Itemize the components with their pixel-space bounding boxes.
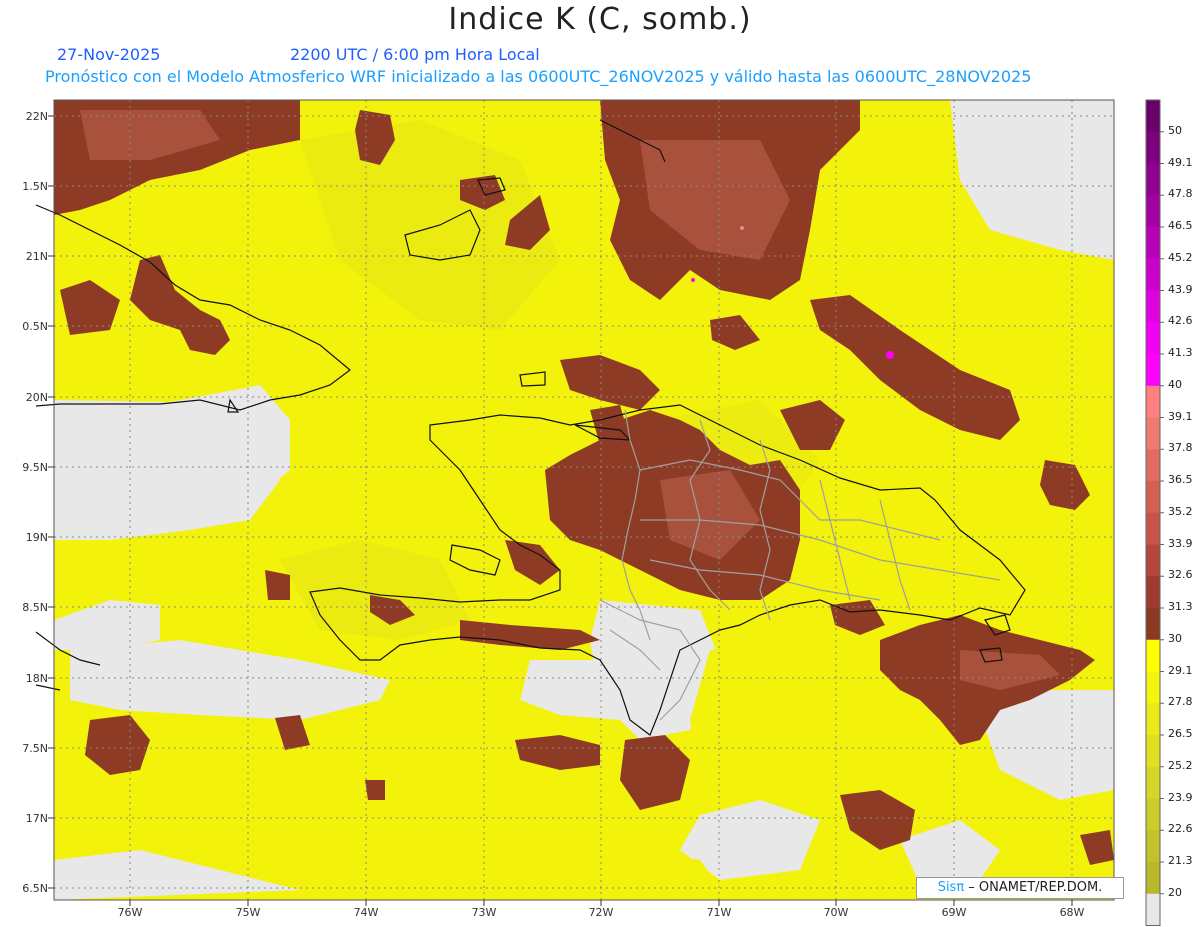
latitude-label: 20N <box>25 391 48 404</box>
colorbar-label: 32.6 <box>1168 568 1193 582</box>
latitude-label: 7.5N <box>22 742 48 755</box>
colorbar-label: 50 <box>1168 123 1182 137</box>
colorbar-label: 40 <box>1168 377 1182 391</box>
colorbar-label: 22.6 <box>1168 822 1193 836</box>
colorbar-swatch <box>1146 671 1160 704</box>
colorbar-swatch <box>1146 417 1160 450</box>
latitude-label: 6.5N <box>22 882 48 895</box>
colorbar-label: 37.8 <box>1168 441 1193 455</box>
colorbar-label: 30 <box>1168 631 1182 645</box>
colorbar-label: 43.9 <box>1168 282 1193 296</box>
chart-title: Indice K (C, somb.) <box>448 2 752 37</box>
colorbar-label: 46.5 <box>1168 219 1193 232</box>
latitude-label: 8.5N <box>22 601 48 614</box>
latitude-label: 22N <box>25 110 48 123</box>
latitude-label: 1.5N <box>22 180 48 193</box>
colorbar-label: 33.9 <box>1168 536 1193 550</box>
longitude-label: 74W <box>353 906 379 919</box>
colorbar-label: 20 <box>1168 885 1182 899</box>
colorbar-label: 39.1 <box>1168 409 1193 423</box>
longitude-label: 73W <box>471 906 497 919</box>
colorbar-swatch <box>1146 290 1160 323</box>
colorbar-label: 21.3 <box>1168 854 1193 867</box>
peak-marker-1 <box>886 351 894 359</box>
k-index-map <box>35 99 1164 926</box>
colorbar-swatch <box>1146 862 1160 895</box>
colorbar-swatch <box>1146 163 1160 196</box>
latitude-label: 18N <box>25 672 48 685</box>
colorbar-label: 47.8 <box>1168 187 1193 201</box>
longitude-label: 75W <box>235 906 261 919</box>
colorbar-label: 36.5 <box>1168 473 1193 486</box>
colorbar-swatch <box>1146 893 1160 926</box>
latitude-label: 9.5N <box>22 461 48 474</box>
latitude-label: 17N <box>25 812 48 825</box>
latitude-label: 21N <box>25 250 48 263</box>
forecast-valid-time: 2200 UTC / 6:00 pm Hora Local <box>290 45 540 64</box>
longitude-label: 69W <box>941 906 967 919</box>
colorbar-swatch <box>1146 131 1160 164</box>
credit-org: – ONAMET/REP.DOM. <box>964 880 1103 895</box>
colorbar-swatch <box>1146 100 1160 133</box>
colorbar-label: 42.6 <box>1168 314 1193 328</box>
colorbar-label: 49.1 <box>1168 155 1193 169</box>
longitude-label: 70W <box>823 906 849 919</box>
colorbar-swatch <box>1146 449 1160 482</box>
longitude-label: 71W <box>706 906 732 919</box>
longitude-label: 72W <box>588 906 614 919</box>
colorbar-swatch <box>1146 830 1160 863</box>
colorbar-label: 25.2 <box>1168 758 1193 772</box>
colorbar-swatch <box>1146 227 1160 260</box>
colorbar-swatch <box>1146 544 1160 577</box>
forecast-date: 27-Nov-2025 <box>57 45 161 64</box>
latitude-label: 19N <box>25 531 48 544</box>
colorbar-label: 29.1 <box>1168 663 1193 677</box>
colorbar <box>1145 99 1164 926</box>
credit-sis: Sisπ <box>937 880 965 895</box>
colorbar-label: 31.3 <box>1168 600 1193 613</box>
peak-marker-2 <box>691 278 695 282</box>
credit-box: Sisπ – ONAMET/REP.DOM. <box>916 877 1124 899</box>
colorbar-swatch <box>1146 766 1160 799</box>
colorbar-label: 45.2 <box>1168 250 1193 264</box>
colorbar-swatch <box>1146 703 1160 736</box>
colorbar-swatch <box>1146 639 1160 672</box>
longitude-label: 76W <box>117 906 143 919</box>
colorbar-swatch <box>1146 354 1160 387</box>
colorbar-swatch <box>1146 195 1160 228</box>
colorbar-swatch <box>1146 385 1160 418</box>
colorbar-label: 23.9 <box>1168 790 1193 804</box>
colorbar-swatch <box>1146 576 1160 609</box>
latitude-label: 0.5N <box>22 320 48 333</box>
colorbar-swatch <box>1146 735 1160 768</box>
longitude-label: 68W <box>1059 906 1085 919</box>
colorbar-swatch <box>1146 481 1160 514</box>
colorbar-swatch <box>1146 322 1160 355</box>
colorbar-swatch <box>1146 608 1160 641</box>
colorbar-swatch <box>1146 512 1160 545</box>
colorbar-label: 41.3 <box>1168 346 1193 359</box>
colorbar-label: 26.5 <box>1168 727 1193 740</box>
peak-marker-3 <box>740 226 744 230</box>
colorbar-label: 27.8 <box>1168 695 1193 709</box>
colorbar-swatch <box>1146 258 1160 291</box>
colorbar-swatch <box>1146 798 1160 831</box>
colorbar-label: 35.2 <box>1168 504 1193 518</box>
model-description: Pronóstico con el Modelo Atmosferico WRF… <box>45 67 1032 86</box>
